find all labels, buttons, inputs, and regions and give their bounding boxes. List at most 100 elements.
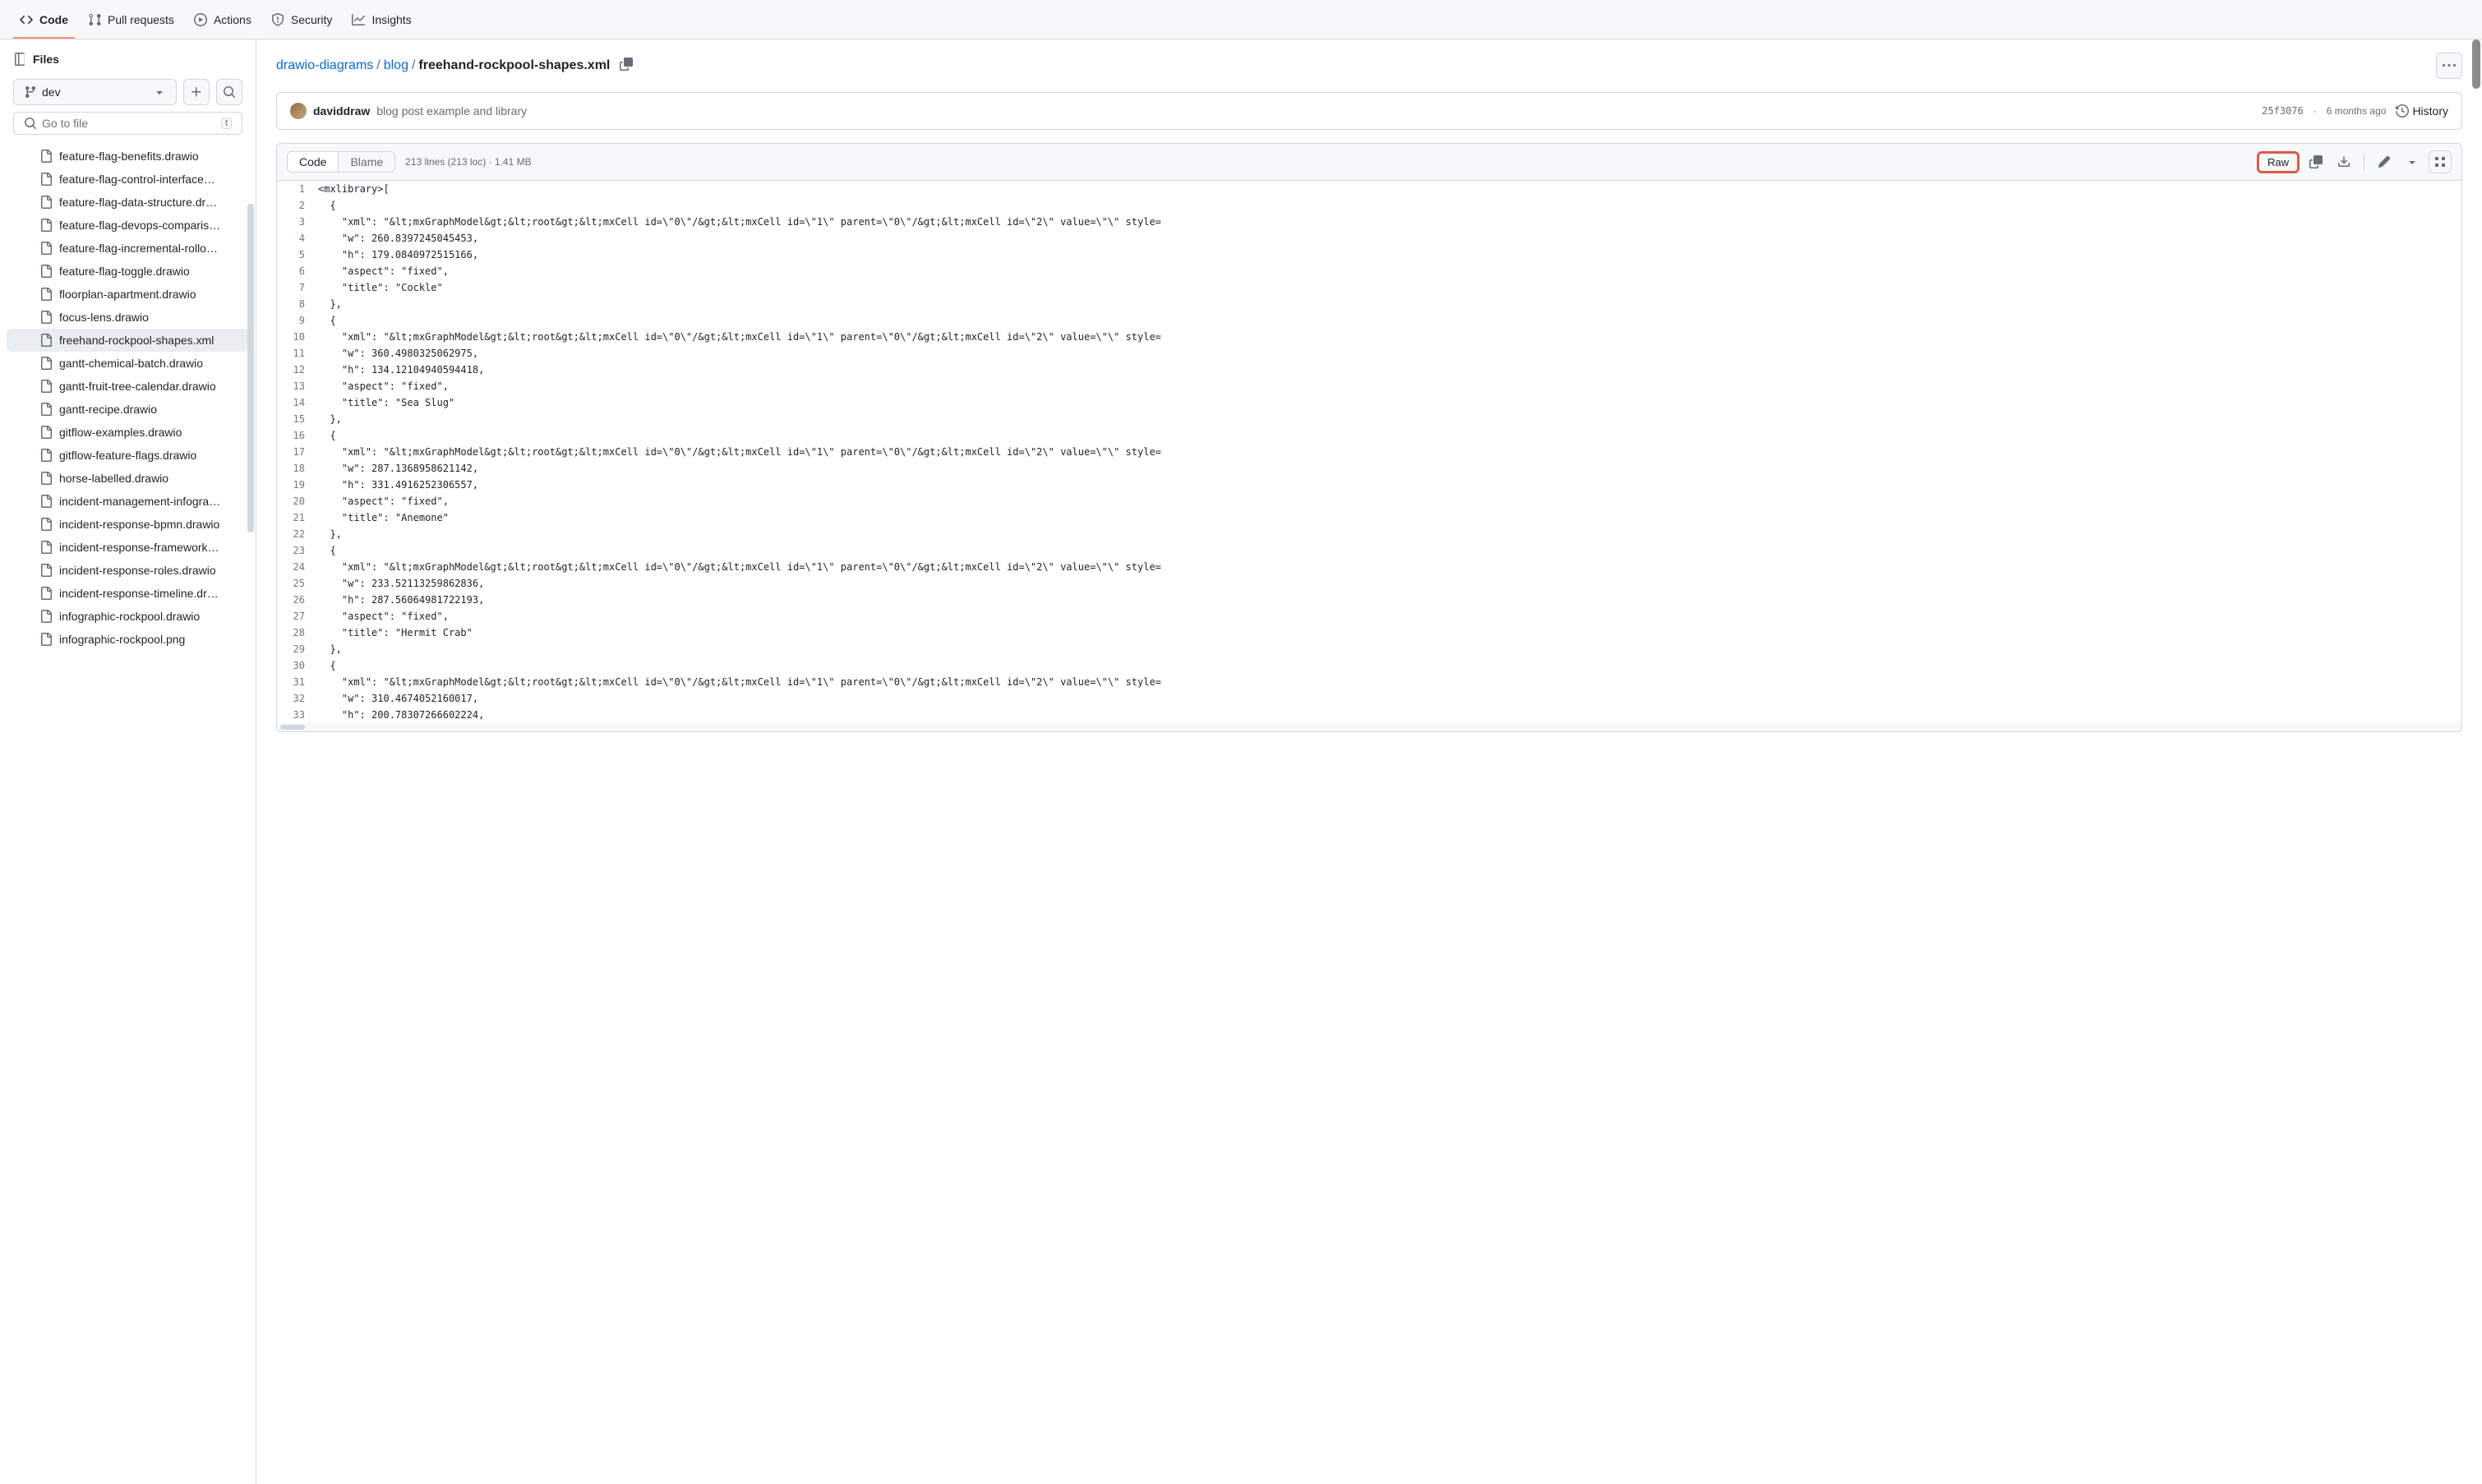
line-number[interactable]: 1	[277, 181, 318, 197]
line-number[interactable]: 3	[277, 214, 318, 230]
file-tree-item[interactable]: feature-flag-incremental-rollo…	[7, 237, 249, 260]
file-filter-input[interactable]	[42, 117, 216, 130]
line-number[interactable]: 23	[277, 542, 318, 559]
line-number[interactable]: 7	[277, 279, 318, 296]
file-tree-item[interactable]: gantt-fruit-tree-calendar.drawio	[7, 375, 249, 398]
line-number[interactable]: 13	[277, 378, 318, 394]
line-number[interactable]: 18	[277, 460, 318, 477]
line-number[interactable]: 16	[277, 427, 318, 444]
file-tree-item[interactable]: focus-lens.drawio	[7, 306, 249, 329]
nav-insights[interactable]: Insights	[345, 0, 418, 39]
file-tree-item[interactable]: gitflow-feature-flags.drawio	[7, 444, 249, 467]
commit-sha[interactable]: 25f3076	[2262, 105, 2304, 117]
file-filter[interactable]: t	[13, 112, 242, 135]
line-number[interactable]: 20	[277, 493, 318, 509]
file-tree-item[interactable]: gitflow-examples.drawio	[7, 421, 249, 444]
copy-path-button[interactable]	[620, 58, 633, 75]
file-tree-item[interactable]: floorplan-apartment.drawio	[7, 283, 249, 306]
edit-button[interactable]	[2373, 150, 2396, 173]
file-tree-item[interactable]: incident-response-roles.drawio	[7, 559, 249, 582]
file-tree-item[interactable]: gantt-recipe.drawio	[7, 398, 249, 421]
line-number[interactable]: 19	[277, 477, 318, 493]
line-number[interactable]: 33	[277, 707, 318, 723]
nav-code-label: Code	[39, 13, 68, 26]
line-number[interactable]: 30	[277, 657, 318, 674]
branch-selector[interactable]: dev	[13, 79, 177, 105]
line-number[interactable]: 5	[277, 247, 318, 263]
copy-icon	[2309, 155, 2323, 168]
line-number[interactable]: 28	[277, 624, 318, 641]
code-line: 11 "w": 360.4980325062975,	[277, 345, 2461, 362]
download-raw-button[interactable]	[2332, 150, 2355, 173]
code-line: 20 "aspect": "fixed",	[277, 493, 2461, 509]
commit-author[interactable]: daviddraw	[313, 104, 370, 118]
nav-code[interactable]: Code	[13, 0, 75, 39]
code-line: 4 "w": 260.8397245045453,	[277, 230, 2461, 247]
file-tree-item[interactable]: feature-flag-data-structure.dr…	[7, 191, 249, 214]
commit-message[interactable]: blog post example and library	[376, 104, 527, 118]
file-tree-item[interactable]: incident-management-infogra…	[7, 490, 249, 513]
line-number[interactable]: 25	[277, 575, 318, 592]
nav-pulls[interactable]: Pull requests	[81, 0, 181, 39]
file-tree-item[interactable]: incident-response-framework…	[7, 536, 249, 559]
file-tree-item[interactable]: feature-flag-benefits.drawio	[7, 145, 249, 168]
line-number[interactable]: 15	[277, 411, 318, 427]
file-tree-item[interactable]: gantt-chemical-batch.drawio	[7, 352, 249, 375]
file-tree-sidebar: Files dev t feature-flag-benefits.drawio…	[0, 39, 256, 1484]
file-tree-item[interactable]: infographic-rockpool.png	[7, 628, 249, 651]
raw-button[interactable]: Raw	[2257, 151, 2300, 173]
line-number[interactable]: 17	[277, 444, 318, 460]
nav-actions[interactable]: Actions	[187, 0, 258, 39]
file-tree-item[interactable]: feature-flag-devops-comparis…	[7, 214, 249, 237]
line-number[interactable]: 32	[277, 690, 318, 707]
file-tree-item[interactable]: feature-flag-toggle.drawio	[7, 260, 249, 283]
code-line: 5 "h": 179.0840972515166,	[277, 247, 2461, 263]
line-number[interactable]: 6	[277, 263, 318, 279]
more-options-button[interactable]	[2436, 53, 2462, 79]
file-tree[interactable]: feature-flag-benefits.drawiofeature-flag…	[0, 141, 256, 1484]
nav-security[interactable]: Security	[265, 0, 339, 39]
line-number[interactable]: 31	[277, 674, 318, 690]
edit-dropdown-button[interactable]	[2401, 150, 2424, 173]
line-number[interactable]: 22	[277, 526, 318, 542]
code-content[interactable]: 1<mxlibrary>[2 {3 "xml": "&lt;mxGraphMod…	[277, 181, 2461, 723]
search-button[interactable]	[216, 79, 242, 105]
code-line: 18 "w": 287.1368958621142,	[277, 460, 2461, 477]
code-tab[interactable]: Code	[288, 152, 338, 172]
file-tree-item[interactable]: incident-response-timeline.dr…	[7, 582, 249, 605]
symbols-button[interactable]	[2429, 150, 2452, 173]
line-number[interactable]: 14	[277, 394, 318, 411]
file-tree-item[interactable]: horse-labelled.drawio	[7, 467, 249, 490]
line-number[interactable]: 8	[277, 296, 318, 312]
line-number[interactable]: 4	[277, 230, 318, 247]
nav-security-label: Security	[291, 13, 333, 26]
breadcrumb-folder[interactable]: blog	[384, 58, 408, 73]
sidebar-scrollbar[interactable]	[247, 204, 254, 532]
line-number[interactable]: 27	[277, 608, 318, 624]
code-line: 24 "xml": "&lt;mxGraphModel&gt;&lt;root&…	[277, 559, 2461, 575]
file-tree-item[interactable]: freehand-rockpool-shapes.xml	[7, 329, 249, 352]
nav-actions-label: Actions	[214, 13, 251, 26]
file-tree-item[interactable]: feature-flag-control-interface…	[7, 168, 249, 191]
breadcrumb-root[interactable]: drawio-diagrams	[276, 58, 373, 73]
sidebar-collapse-icon[interactable]	[13, 53, 26, 66]
blame-tab[interactable]: Blame	[338, 152, 394, 172]
line-number[interactable]: 26	[277, 592, 318, 608]
horizontal-scrollbar[interactable]	[277, 723, 2461, 731]
line-number[interactable]: 12	[277, 362, 318, 378]
copy-raw-button[interactable]	[2304, 150, 2327, 173]
add-file-button[interactable]	[183, 79, 210, 105]
branch-icon	[24, 85, 37, 99]
line-number[interactable]: 10	[277, 329, 318, 345]
line-number[interactable]: 2	[277, 197, 318, 214]
page-scrollbar[interactable]	[2470, 39, 2482, 1484]
line-number[interactable]: 21	[277, 509, 318, 526]
file-tree-item[interactable]: incident-response-bpmn.drawio	[7, 513, 249, 536]
author-avatar[interactable]	[290, 103, 307, 119]
line-number[interactable]: 9	[277, 312, 318, 329]
history-button[interactable]: History	[2396, 104, 2448, 118]
line-number[interactable]: 11	[277, 345, 318, 362]
line-number[interactable]: 29	[277, 641, 318, 657]
line-number[interactable]: 24	[277, 559, 318, 575]
file-tree-item[interactable]: infographic-rockpool.drawio	[7, 605, 249, 628]
